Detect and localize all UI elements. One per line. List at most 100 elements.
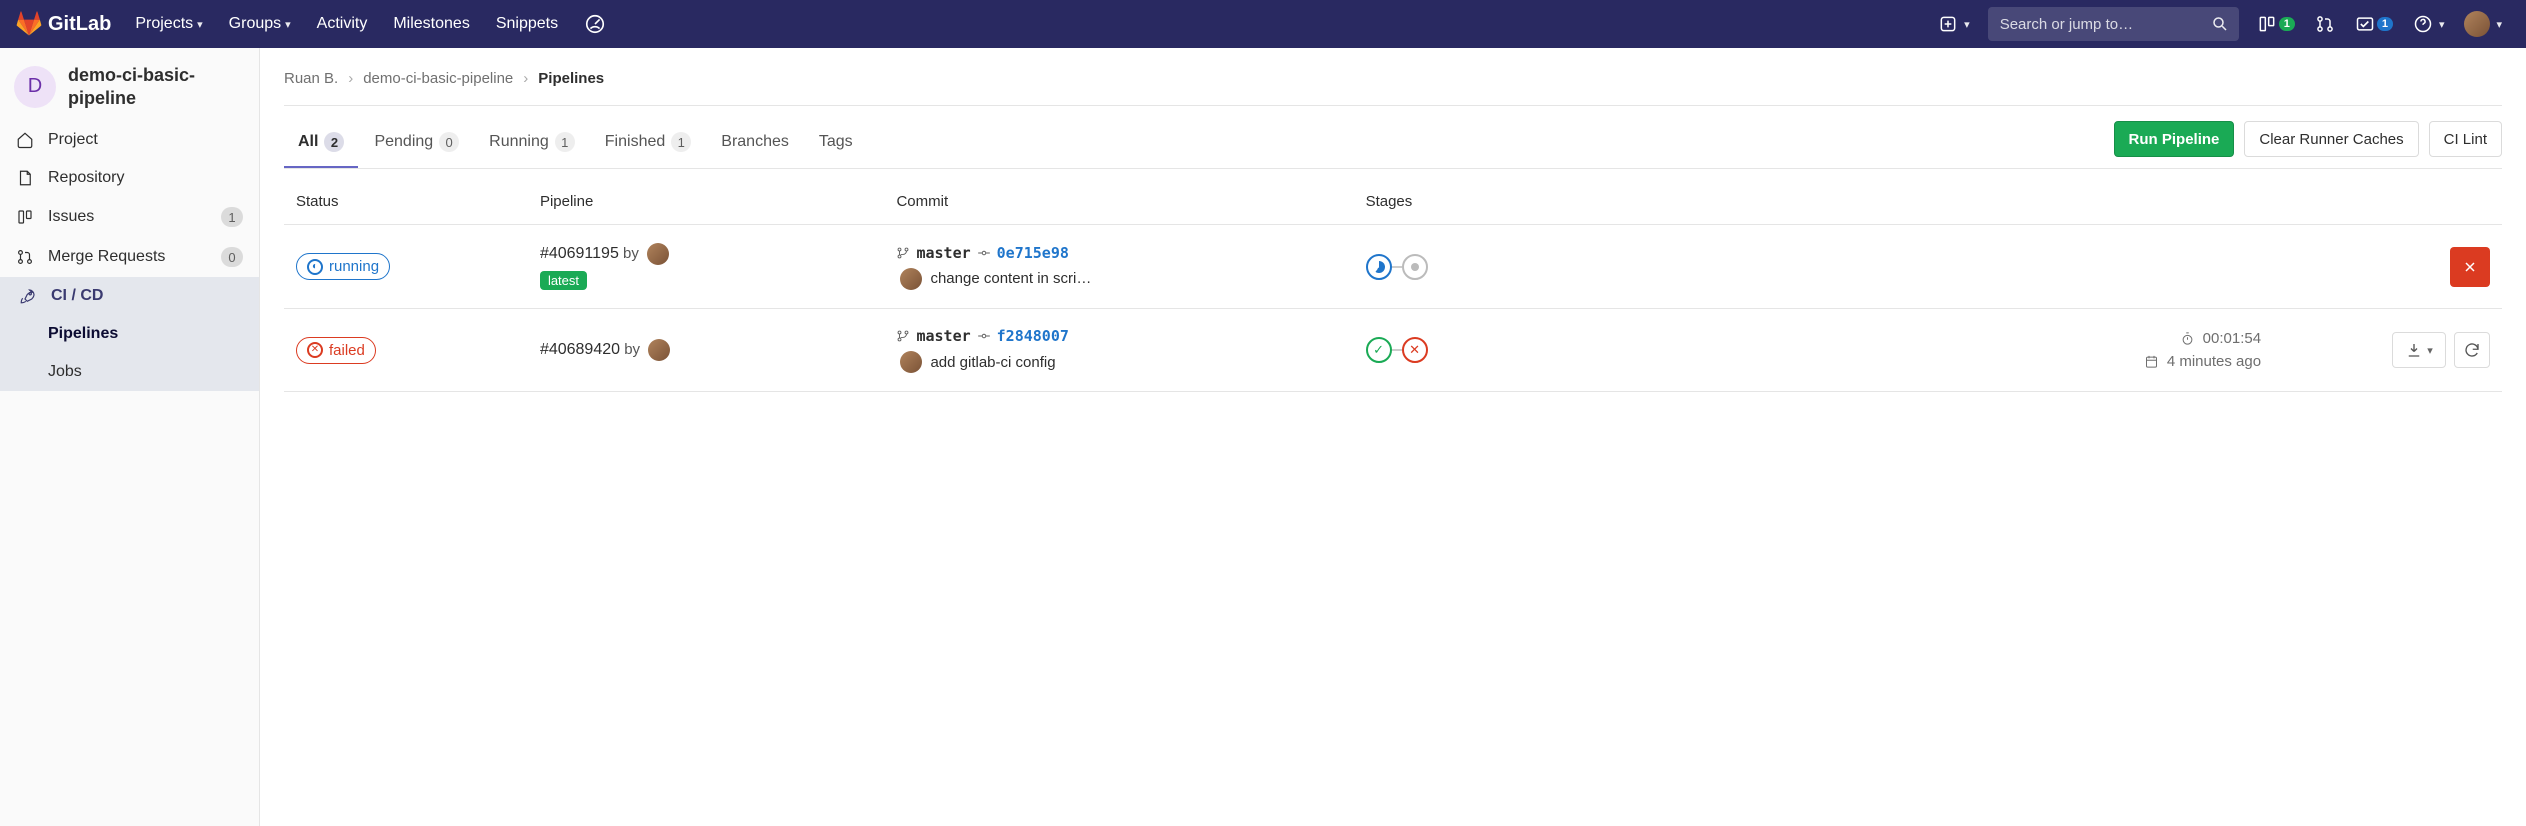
- nav-snippets-label: Snippets: [496, 15, 558, 33]
- commit-sha[interactable]: 0e715e98: [997, 244, 1069, 262]
- commit-icon: [977, 329, 991, 343]
- gauge-icon: [584, 13, 606, 35]
- cancel-pipeline-button[interactable]: [2450, 247, 2490, 287]
- tab-tags[interactable]: Tags: [805, 118, 867, 168]
- tab-running[interactable]: Running 1: [475, 118, 589, 168]
- table-row: ◐ running #40691195 by latest: [284, 225, 2502, 309]
- failed-icon: ✕: [307, 342, 323, 358]
- pipeline-by-label: by: [624, 341, 640, 358]
- tabs-row: All 2 Pending 0 Running 1 Finished 1 Bra…: [284, 118, 2502, 169]
- stage-created[interactable]: [1402, 254, 1428, 280]
- sidebar-item-label: Issues: [48, 208, 94, 226]
- todo-icon: [2355, 14, 2375, 34]
- sidebar-sub-pipelines[interactable]: Pipelines: [0, 315, 259, 353]
- chevron-down-icon: ▾: [197, 18, 203, 31]
- sidebar-item-label: CI / CD: [51, 287, 103, 305]
- nav-user-menu[interactable]: ▾: [2456, 8, 2510, 40]
- nav-merge-requests[interactable]: [2307, 8, 2343, 40]
- th-commit: Commit: [884, 179, 1353, 225]
- stage-connector: [1392, 349, 1402, 351]
- latest-badge: latest: [540, 271, 587, 290]
- nav-todos[interactable]: 1: [2347, 8, 2401, 40]
- gitlab-logo[interactable]: GitLab: [16, 11, 111, 37]
- status-text: running: [329, 258, 379, 275]
- nav-new-dropdown[interactable]: ▾: [1930, 8, 1978, 40]
- file-icon: [16, 169, 34, 187]
- sidebar-item-repository[interactable]: Repository: [0, 159, 259, 197]
- sidebar-item-merge-requests[interactable]: Merge Requests 0: [0, 237, 259, 277]
- nav-groups[interactable]: Groups ▾: [217, 0, 303, 48]
- pipeline-by-label: by: [623, 245, 639, 262]
- nav-milestones[interactable]: Milestones: [381, 0, 481, 48]
- commit-sha[interactable]: f2848007: [997, 327, 1069, 345]
- nav-right: ▾ 1 1 ▾ ▾: [1930, 7, 2510, 41]
- tab-pending[interactable]: Pending 0: [360, 118, 473, 168]
- avatar[interactable]: [900, 351, 922, 373]
- avatar[interactable]: [900, 268, 922, 290]
- branch-icon: [896, 246, 910, 260]
- pipeline-tabs: All 2 Pending 0 Running 1 Finished 1 Bra…: [284, 118, 867, 168]
- sidebar-item-cicd[interactable]: CI / CD: [0, 277, 259, 315]
- avatar[interactable]: [647, 243, 669, 265]
- close-icon: [2462, 259, 2478, 275]
- status-badge-failed[interactable]: ✕ failed: [296, 337, 376, 364]
- branch-name[interactable]: master: [916, 327, 970, 345]
- chevron-down-icon: ▾: [2427, 344, 2433, 357]
- duration-text: 00:01:54: [2203, 330, 2261, 347]
- ci-lint-button[interactable]: CI Lint: [2429, 121, 2502, 157]
- breadcrumb-page: Pipelines: [538, 70, 604, 87]
- content-area: Ruan B. › demo-ci-basic-pipeline › Pipel…: [260, 48, 2526, 826]
- status-badge-running[interactable]: ◐ running: [296, 253, 390, 280]
- issues-icon: [2257, 14, 2277, 34]
- nav-help[interactable]: ▾: [2405, 8, 2453, 40]
- top-nav: GitLab Projects ▾ Groups ▾ Activity Mile…: [0, 0, 2526, 48]
- manual-actions-dropdown[interactable]: ▾: [2392, 332, 2446, 368]
- finished-text: 4 minutes ago: [2167, 353, 2261, 370]
- retry-pipeline-button[interactable]: [2454, 332, 2490, 368]
- nav-left: GitLab Projects ▾ Groups ▾ Activity Mile…: [16, 0, 618, 48]
- project-header[interactable]: D demo-ci-basic-pipeline: [0, 56, 259, 121]
- stages-graph: [1366, 254, 1942, 280]
- nav-activity[interactable]: Activity: [305, 0, 380, 48]
- issues-count-badge: 1: [2279, 17, 2295, 31]
- th-status: Status: [284, 179, 528, 225]
- commit-message[interactable]: add gitlab-ci config: [930, 354, 1055, 371]
- nav-issues[interactable]: 1: [2249, 8, 2303, 40]
- branch-icon: [896, 329, 910, 343]
- pipeline-id[interactable]: #40689420: [540, 341, 620, 358]
- breadcrumb: Ruan B. › demo-ci-basic-pipeline › Pipel…: [284, 64, 2502, 106]
- nav-activity-label: Activity: [317, 15, 368, 33]
- avatar[interactable]: [648, 339, 670, 361]
- search-box[interactable]: [1988, 7, 2239, 41]
- run-pipeline-button[interactable]: Run Pipeline: [2114, 121, 2235, 157]
- project-name: demo-ci-basic-pipeline: [68, 64, 245, 109]
- nav-performance-bar[interactable]: [572, 0, 618, 48]
- tab-all[interactable]: All 2: [284, 118, 358, 168]
- stage-success[interactable]: ✓: [1366, 337, 1392, 363]
- pipelines-table: Status Pipeline Commit Stages ◐ running: [284, 179, 2502, 392]
- tab-label: All: [298, 133, 318, 151]
- sidebar-item-project[interactable]: Project: [0, 121, 259, 159]
- search-icon: [2211, 15, 2229, 33]
- stage-running[interactable]: [1366, 254, 1392, 280]
- tab-finished[interactable]: Finished 1: [591, 118, 705, 168]
- search-input[interactable]: [1998, 15, 2201, 34]
- sidebar-sub-jobs[interactable]: Jobs: [0, 353, 259, 391]
- tab-branches[interactable]: Branches: [707, 118, 803, 168]
- chevron-down-icon: ▾: [1964, 18, 1970, 31]
- nav-snippets[interactable]: Snippets: [484, 0, 570, 48]
- nav-milestones-label: Milestones: [393, 15, 469, 33]
- clear-caches-button[interactable]: Clear Runner Caches: [2244, 121, 2418, 157]
- stage-failed[interactable]: ✕: [1402, 337, 1428, 363]
- branch-name[interactable]: master: [916, 244, 970, 262]
- breadcrumb-project[interactable]: demo-ci-basic-pipeline: [363, 70, 513, 87]
- nav-projects[interactable]: Projects ▾: [123, 0, 214, 48]
- nav-projects-label: Projects: [135, 15, 193, 33]
- th-time: [1954, 179, 2273, 225]
- commit-message[interactable]: change content in scri…: [930, 270, 1091, 287]
- th-actions: [2273, 179, 2502, 225]
- pipeline-id[interactable]: #40691195: [540, 245, 619, 262]
- tanuki-icon: [16, 11, 42, 37]
- breadcrumb-owner[interactable]: Ruan B.: [284, 70, 338, 87]
- sidebar-item-issues[interactable]: Issues 1: [0, 197, 259, 237]
